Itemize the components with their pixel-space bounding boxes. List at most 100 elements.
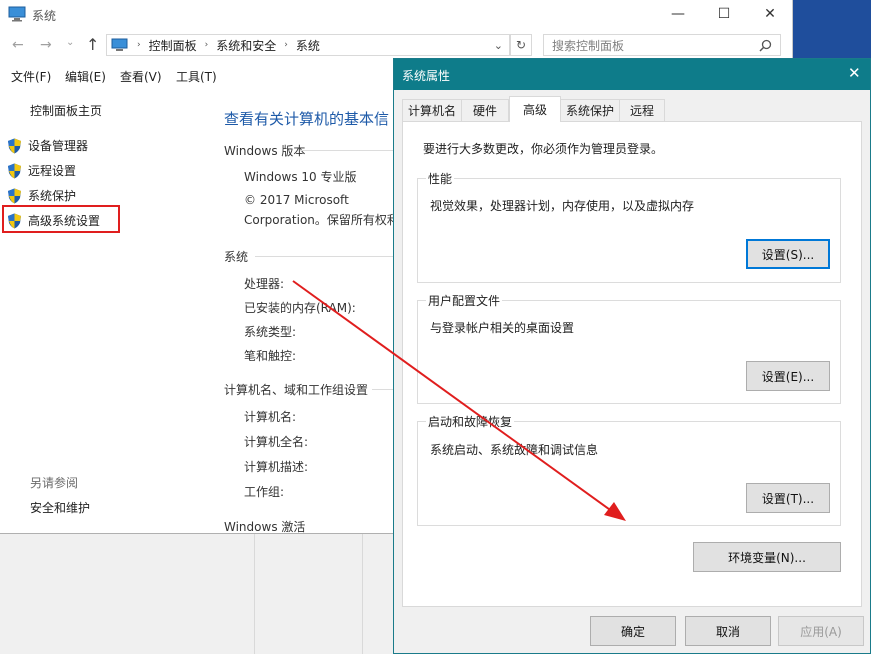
tab-panel-advanced: 要进行大多数更改，你必须作为管理员登录。 性能 视觉效果，处理器计划，内存使用，… xyxy=(402,121,862,607)
background-divider xyxy=(254,534,255,654)
system-field-label: 已安装的内存(RAM): xyxy=(244,301,356,315)
refresh-button[interactable]: ↻ xyxy=(510,34,532,56)
group-description: 视觉效果，处理器计划，内存使用，以及虚拟内存 xyxy=(430,199,695,213)
page-heading: 查看有关计算机的基本信 xyxy=(224,110,390,128)
computer-field-label: 计算机全名: xyxy=(244,435,309,449)
back-arrow-icon[interactable]: ← xyxy=(12,37,24,53)
tab-label: 远程 xyxy=(629,104,654,118)
group-label: 性能 xyxy=(426,170,455,187)
admin-note: 要进行大多数更改，你必须作为管理员登录。 xyxy=(423,142,664,156)
copyright-line: © 2017 Microsoft xyxy=(244,193,349,207)
menu-view[interactable]: 查看(V) xyxy=(120,68,162,85)
button-label: 确定 xyxy=(620,624,645,639)
button-label: 设置(E)... xyxy=(761,369,815,384)
cancel-button[interactable]: 取消 xyxy=(685,616,771,646)
menu-tools[interactable]: 工具(T) xyxy=(176,68,217,85)
section-title: Windows 版本 xyxy=(224,144,306,158)
sidebar-item-remote-settings[interactable]: 远程设置 xyxy=(7,162,76,179)
recent-dropdown-icon[interactable]: ⌄ xyxy=(66,37,74,48)
background-divider xyxy=(362,534,363,654)
chevron-right-icon: › xyxy=(284,40,288,50)
breadcrumb-item[interactable]: 系统 xyxy=(296,37,320,54)
group-label: 启动和故障恢复 xyxy=(426,413,515,430)
sidebar-item-device-manager[interactable]: 设备管理器 xyxy=(7,137,88,154)
sidebar-item-system-protection[interactable]: 系统保护 xyxy=(7,187,76,204)
section-title: 计算机名、域和工作组设置 xyxy=(224,383,369,397)
button-label: 设置(S)... xyxy=(761,247,815,262)
forward-arrow-icon[interactable]: → xyxy=(40,37,52,53)
highlight-box xyxy=(2,205,120,233)
copyright-line: Corporation。保留所有权利 xyxy=(244,213,399,227)
close-window-button[interactable]: ✕ xyxy=(747,0,793,28)
address-bar[interactable]: › 控制面板 › 系统和安全 › 系统 ⌄ xyxy=(106,34,510,56)
system-field-label: 系统类型: xyxy=(244,325,297,339)
button-label: 应用(A) xyxy=(800,624,842,639)
menu-file[interactable]: 文件(F) xyxy=(11,68,51,85)
group-description: 系统启动、系统故障和调试信息 xyxy=(430,443,599,457)
tab-advanced[interactable]: 高级 xyxy=(509,96,561,122)
system-field-label: 笔和触控: xyxy=(244,349,297,363)
tab-label: 系统保护 xyxy=(565,104,614,118)
tab-label: 高级 xyxy=(522,103,547,117)
computer-icon xyxy=(8,6,26,22)
section-divider xyxy=(372,389,393,390)
chevron-right-icon: › xyxy=(204,40,209,50)
ok-button[interactable]: 确定 xyxy=(590,616,676,646)
close-dialog-icon[interactable]: ✕ xyxy=(848,64,861,82)
section-divider xyxy=(255,256,393,257)
search-input[interactable]: 搜索控制面板 xyxy=(543,34,781,56)
chevron-down-icon[interactable]: ⌄ xyxy=(494,39,503,52)
startup-recovery-settings-button[interactable]: 设置(T)... xyxy=(746,483,830,513)
apply-button[interactable]: 应用(A) xyxy=(778,616,864,646)
up-arrow-icon[interactable]: ↑ xyxy=(86,35,99,54)
shield-icon xyxy=(8,163,21,178)
startup-recovery-group: 启动和故障恢复 系统启动、系统故障和调试信息 设置(T)... xyxy=(417,413,841,526)
edition-text: Windows 10 专业版 xyxy=(244,170,357,184)
tab-label: 硬件 xyxy=(472,104,497,118)
tab-label: 计算机名 xyxy=(407,104,456,118)
breadcrumb-item[interactable]: 控制面板 xyxy=(149,37,197,54)
computer-field-label: 工作组: xyxy=(244,485,285,499)
tab-computer-name[interactable]: 计算机名 xyxy=(402,99,462,121)
tab-remote[interactable]: 远程 xyxy=(619,99,665,121)
section-divider xyxy=(300,150,393,151)
button-label: 设置(T)... xyxy=(761,491,815,506)
computer-field-label: 计算机描述: xyxy=(244,460,309,474)
maximize-button[interactable]: ☐ xyxy=(701,0,747,28)
background-window-area xyxy=(0,534,400,654)
button-label: 取消 xyxy=(715,624,740,639)
minimize-button[interactable]: — xyxy=(655,0,701,28)
section-title: Windows 激活 xyxy=(224,520,306,534)
button-label: 环境变量(N)... xyxy=(728,550,806,565)
control-panel-icon xyxy=(111,38,128,51)
user-profiles-group: 用户配置文件 与登录帐户相关的桌面设置 设置(E)... xyxy=(417,292,841,404)
dialog-title: 系统属性 xyxy=(402,69,451,83)
group-label: 用户配置文件 xyxy=(426,292,503,309)
dialog-titlebar: 系统属性 ✕ xyxy=(394,59,870,90)
environment-variables-button[interactable]: 环境变量(N)... xyxy=(693,542,841,572)
see-also-title: 另请参阅 xyxy=(30,476,79,490)
shield-icon xyxy=(8,188,21,203)
chevron-right-icon: › xyxy=(137,40,141,50)
performance-settings-button[interactable]: 设置(S)... xyxy=(746,239,830,269)
tab-system-protection[interactable]: 系统保护 xyxy=(560,99,620,121)
tab-hardware[interactable]: 硬件 xyxy=(461,99,509,121)
sidebar-item-label: 系统保护 xyxy=(28,189,77,203)
control-panel-home-link[interactable]: 控制面板主页 xyxy=(30,102,102,119)
search-placeholder: 搜索控制面板 xyxy=(552,38,625,53)
user-profiles-settings-button[interactable]: 设置(E)... xyxy=(746,361,830,391)
sidebar-item-label: 设备管理器 xyxy=(28,139,89,153)
sidebar-item-label: 远程设置 xyxy=(28,164,77,178)
shield-icon xyxy=(8,138,21,153)
menu-edit[interactable]: 编辑(E) xyxy=(65,68,106,85)
window-title: 系统 xyxy=(32,9,57,23)
breadcrumb-item[interactable]: 系统和安全 xyxy=(216,37,276,54)
group-description: 与登录帐户相关的桌面设置 xyxy=(430,321,575,335)
search-icon xyxy=(759,39,772,52)
computer-field-label: 计算机名: xyxy=(244,410,297,424)
performance-group: 性能 视觉效果，处理器计划，内存使用，以及虚拟内存 设置(S)... xyxy=(417,170,841,283)
section-title: 系统 xyxy=(224,250,249,264)
system-properties-dialog: 系统属性 ✕ 计算机名 硬件 高级 系统保护 远程 要进行大多数更改，你必须作为… xyxy=(393,58,871,654)
security-maintenance-link[interactable]: 安全和维护 xyxy=(30,499,90,516)
system-field-label: 处理器: xyxy=(244,277,285,291)
